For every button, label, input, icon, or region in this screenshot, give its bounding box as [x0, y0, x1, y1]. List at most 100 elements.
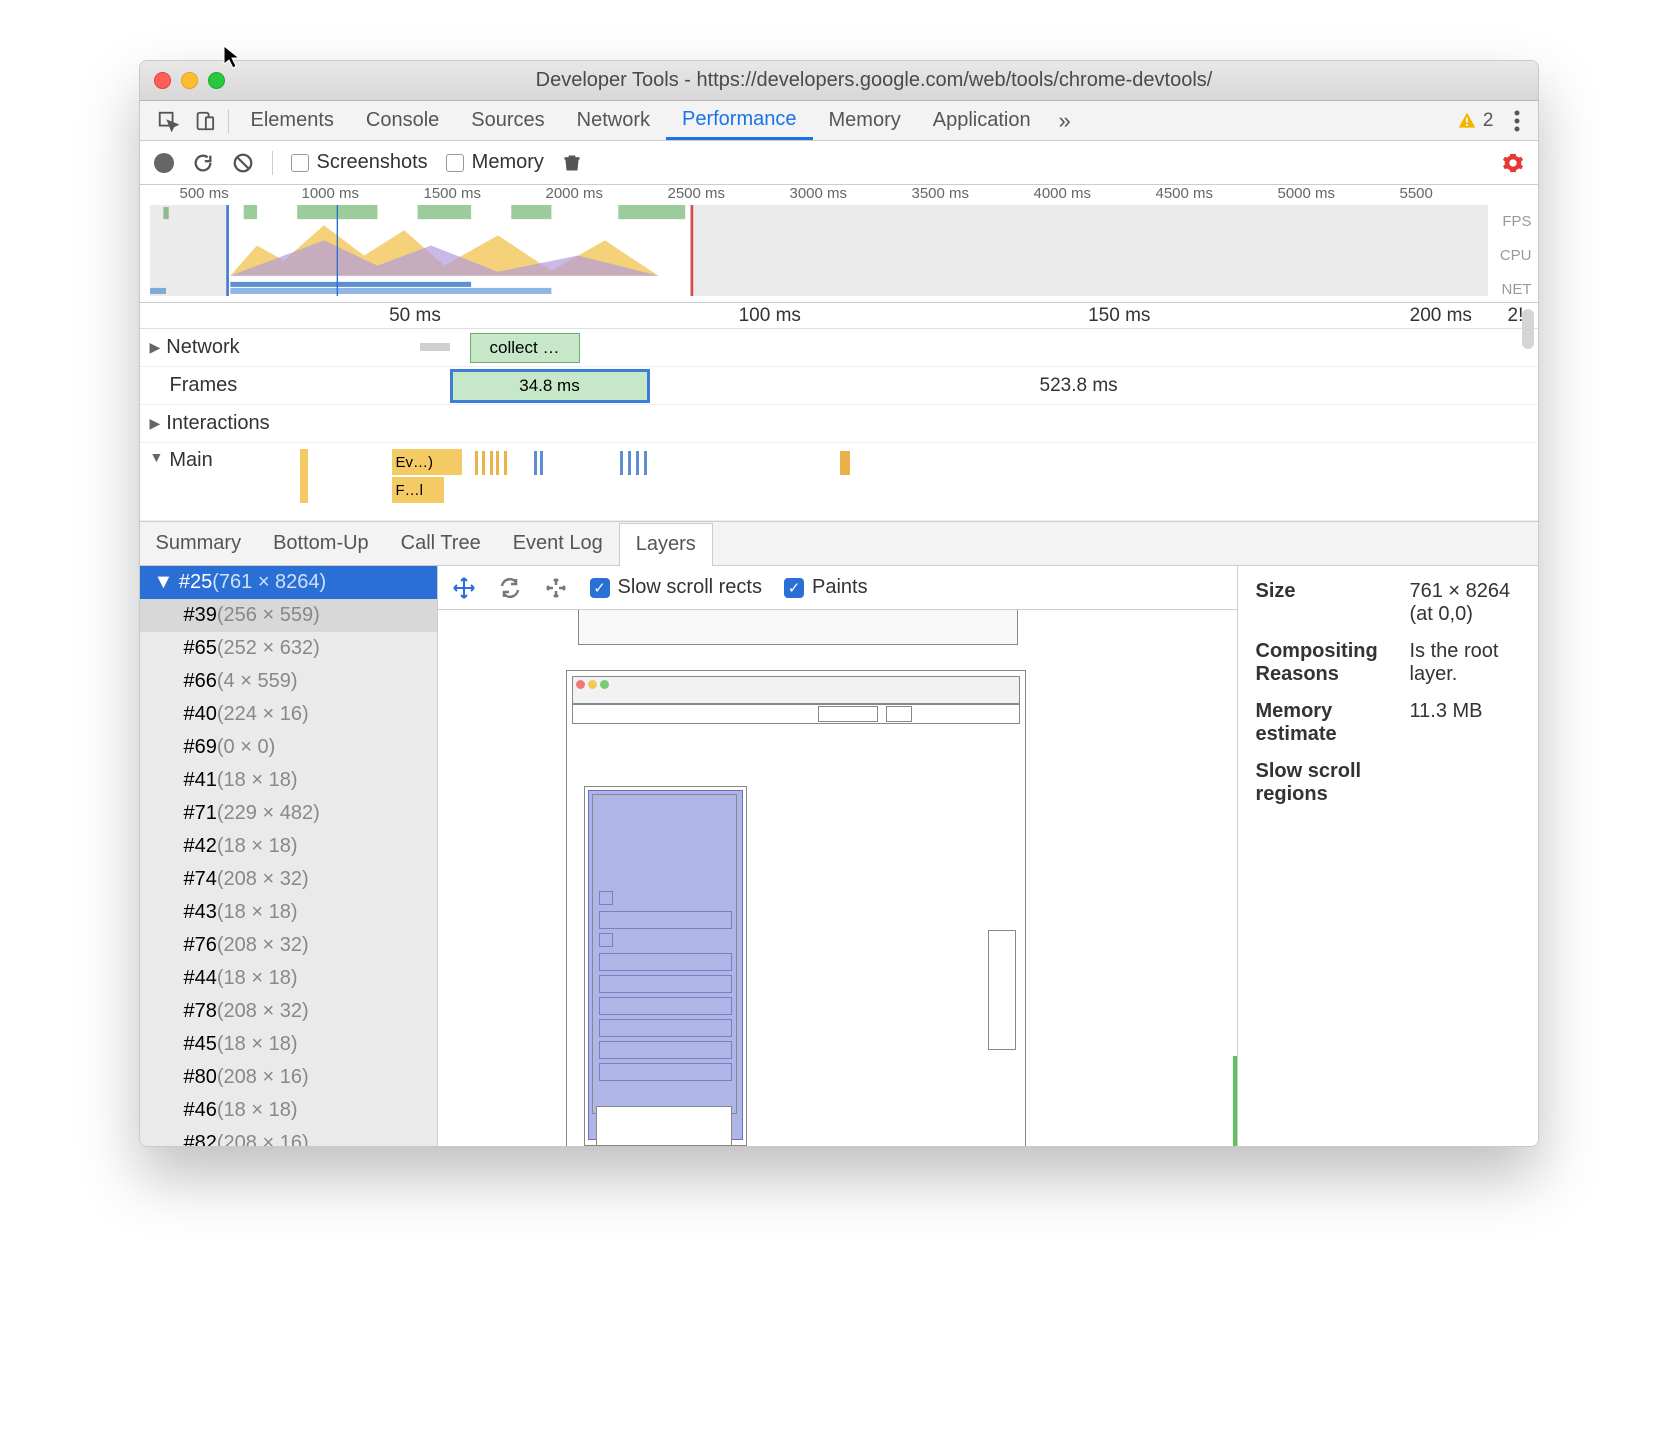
screenshots-checkbox[interactable]: Screenshots — [291, 151, 428, 174]
settings-gear-icon[interactable] — [1502, 152, 1524, 174]
layer-row[interactable]: #65(252 × 632) — [140, 632, 437, 665]
warnings-badge[interactable]: 2 — [1457, 110, 1494, 132]
clear-icon[interactable] — [232, 152, 254, 174]
layers-canvas-column: ✓Slow scroll rects ✓Paints — [438, 566, 1238, 1146]
overview-tick: 500 ms — [180, 185, 229, 202]
prop-compositing-label: Compositing Reasons — [1256, 640, 1396, 686]
overview-tick: 3500 ms — [912, 185, 970, 202]
overview-tick: 2000 ms — [546, 185, 604, 202]
layers-panel: ▼ #25(761 × 8264)#39(256 × 559)#65(252 ×… — [140, 566, 1538, 1146]
layer-row[interactable]: #45(18 × 18) — [140, 1028, 437, 1061]
detail-tick: 2! — [1508, 305, 1524, 327]
panel-tabs: ElementsConsoleSourcesNetworkPerformance… — [140, 101, 1538, 141]
prop-memory-label: Memory estimate — [1256, 700, 1396, 746]
close-window-button[interactable] — [154, 72, 171, 89]
timeline-overview[interactable]: 500 ms 1000 ms 1500 ms 2000 ms 2500 ms 3000 m… — [140, 185, 1538, 303]
devtools-window: Developer Tools - https://developers.goo… — [139, 60, 1539, 1147]
tab-sources[interactable]: Sources — [455, 101, 560, 140]
net-label: NET — [1500, 273, 1532, 307]
layer-row[interactable]: #46(18 × 18) — [140, 1094, 437, 1127]
fps-label: FPS — [1500, 205, 1532, 239]
overview-tick: 5000 ms — [1278, 185, 1336, 202]
overview-tick: 1000 ms — [302, 185, 360, 202]
prop-compositing-value: Is the root layer. — [1410, 640, 1520, 686]
rotate-icon[interactable] — [498, 576, 522, 600]
frame-selected[interactable]: 34.8 ms — [450, 369, 650, 403]
track-main: ▼Main Ev…) F…l — [140, 443, 1538, 521]
layer-row[interactable]: #82(208 × 16) — [140, 1127, 437, 1146]
detail-tick: 200 ms — [1410, 305, 1472, 327]
overview-tick: 2500 ms — [668, 185, 726, 202]
flame-evaluate[interactable]: Ev…) — [392, 449, 462, 475]
minimize-window-button[interactable] — [181, 72, 198, 89]
layer-row[interactable]: #41(18 × 18) — [140, 764, 437, 797]
window-controls — [154, 72, 225, 89]
layer-row[interactable]: #43(18 × 18) — [140, 896, 437, 929]
layer-row[interactable]: #71(229 × 482) — [140, 797, 437, 830]
slow-scroll-rects-checkbox[interactable]: ✓Slow scroll rects — [590, 576, 762, 599]
maximize-window-button[interactable] — [208, 72, 225, 89]
detail-tab-bottom-up[interactable]: Bottom-Up — [257, 522, 385, 565]
tab-network[interactable]: Network — [561, 101, 666, 140]
paints-checkbox[interactable]: ✓Paints — [784, 576, 868, 599]
more-tabs-icon[interactable]: » — [1047, 108, 1083, 134]
detail-tab-call-tree[interactable]: Call Tree — [385, 522, 497, 565]
layers-tree[interactable]: ▼ #25(761 × 8264)#39(256 × 559)#65(252 ×… — [140, 566, 438, 1146]
reload-icon[interactable] — [192, 152, 214, 174]
track-frames: Frames 34.8 ms 523.8 ms — [140, 367, 1538, 405]
detail-tab-summary[interactable]: Summary — [140, 522, 258, 565]
frame-duration: 523.8 ms — [1040, 375, 1118, 397]
detail-tick: 150 ms — [1088, 305, 1150, 327]
detail-tick: 50 ms — [389, 305, 441, 327]
overview-tick: 3000 ms — [790, 185, 848, 202]
layer-properties: Size 761 × 8264 (at 0,0) Compositing Reas… — [1238, 566, 1538, 1146]
layer-row[interactable]: #44(18 × 18) — [140, 962, 437, 995]
performance-toolbar: Screenshots Memory — [140, 141, 1538, 185]
layers-canvas-toolbar: ✓Slow scroll rects ✓Paints — [438, 566, 1237, 610]
titlebar: Developer Tools - https://developers.goo… — [140, 61, 1538, 101]
detail-tabs: SummaryBottom-UpCall TreeEvent LogLayers — [140, 522, 1538, 566]
layer-row[interactable]: #40(224 × 16) — [140, 698, 437, 731]
inspect-icon[interactable] — [150, 110, 186, 132]
flame-function[interactable]: F…l — [392, 477, 444, 503]
cpu-label: CPU — [1500, 239, 1532, 273]
layer-row[interactable]: #69(0 × 0) — [140, 731, 437, 764]
warnings-count: 2 — [1483, 110, 1494, 132]
pan-icon[interactable] — [452, 576, 476, 600]
tab-application[interactable]: Application — [917, 101, 1047, 140]
layer-row[interactable]: #78(208 × 32) — [140, 995, 437, 1028]
layer-row[interactable]: #66(4 × 559) — [140, 665, 437, 698]
prop-size-value: 761 × 8264 (at 0,0) — [1410, 580, 1520, 626]
overview-tick: 1500 ms — [424, 185, 482, 202]
track-network: ▶Network collect … — [140, 329, 1538, 367]
layer-row[interactable]: #42(18 × 18) — [140, 830, 437, 863]
device-toggle-icon[interactable] — [186, 110, 222, 132]
overview-tick: 4500 ms — [1156, 185, 1214, 202]
tab-memory[interactable]: Memory — [813, 101, 917, 140]
tab-elements[interactable]: Elements — [235, 101, 350, 140]
tab-console[interactable]: Console — [350, 101, 455, 140]
tab-performance[interactable]: Performance — [666, 101, 813, 140]
detail-tab-layers[interactable]: Layers — [619, 523, 713, 566]
network-request-chip[interactable]: collect … — [470, 333, 580, 363]
overview-tick: 4000 ms — [1034, 185, 1092, 202]
reset-transform-icon[interactable] — [544, 576, 568, 600]
timeline-detail[interactable]: 50 ms 100 ms 150 ms 200 ms 2! ▶Network colle… — [140, 303, 1538, 522]
memory-checkbox[interactable]: Memory — [446, 151, 544, 174]
prop-memory-value: 11.3 MB — [1410, 700, 1520, 746]
overview-tick: 5500 — [1400, 185, 1433, 202]
record-button[interactable] — [154, 153, 174, 173]
layer-row[interactable]: #80(208 × 16) — [140, 1061, 437, 1094]
prop-slowscroll-label: Slow scroll regions — [1256, 760, 1396, 806]
window-title: Developer Tools - https://developers.goo… — [225, 69, 1524, 92]
detail-tab-event-log[interactable]: Event Log — [497, 522, 619, 565]
kebab-menu-icon[interactable] — [1506, 110, 1528, 132]
layer-row[interactable]: #76(208 × 32) — [140, 929, 437, 962]
layer-row[interactable]: ▼ #25(761 × 8264) — [140, 566, 437, 599]
detail-tick: 100 ms — [739, 305, 801, 327]
trash-icon[interactable] — [562, 152, 582, 174]
prop-size-label: Size — [1256, 580, 1396, 626]
layers-canvas[interactable] — [438, 610, 1237, 1146]
layer-row[interactable]: #39(256 × 559) — [140, 599, 437, 632]
layer-row[interactable]: #74(208 × 32) — [140, 863, 437, 896]
